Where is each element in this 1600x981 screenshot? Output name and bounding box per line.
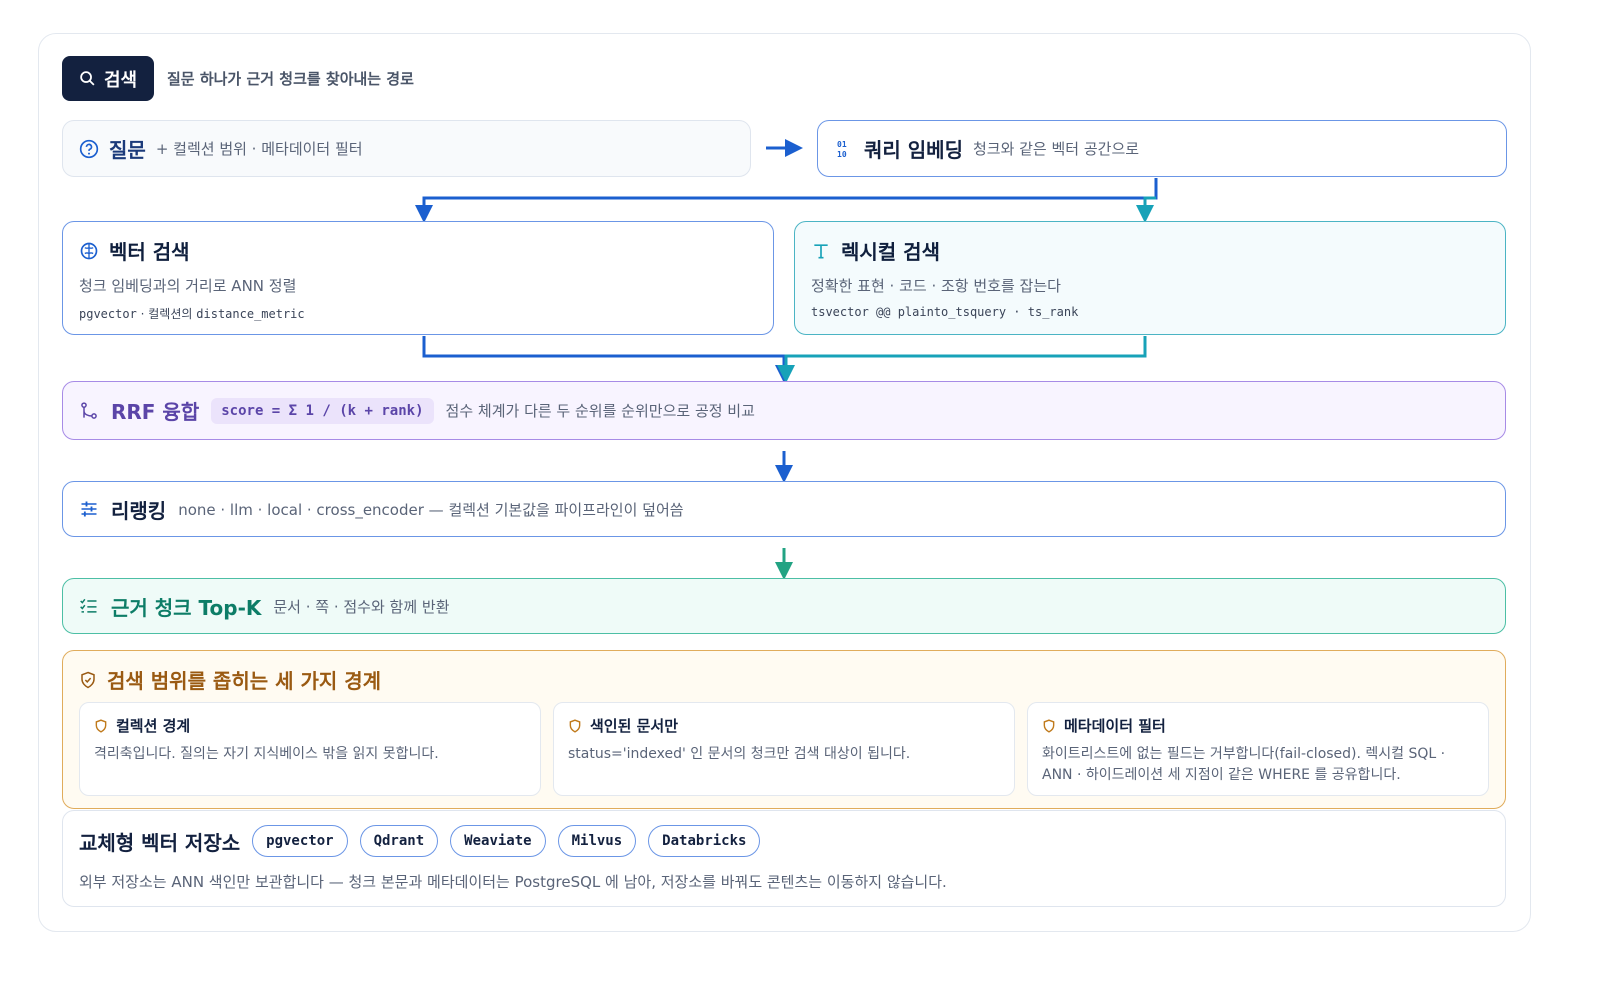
search-badge-label: 검색 bbox=[103, 69, 138, 91]
header-subtitle: 질문 하나가 근거 청크를 찾아내는 경로 bbox=[167, 70, 414, 88]
rerank-detail: none · llm · local · cross_encoder — 컬렉션… bbox=[178, 500, 684, 519]
vector-search-detail: 청크 임베딩과의 거리로 ANN 정렬 bbox=[79, 277, 297, 295]
rrf-detail: 점수 체계가 다른 두 순위를 순위만으로 공정 비교 bbox=[445, 402, 755, 420]
vector-search-node: 벡터 검색 청크 임베딩과의 거리로 ANN 정렬 pgvector · 컬렉션… bbox=[62, 221, 774, 335]
boundaries-panel: 검색 범위를 좁히는 세 가지 경계 컬렉션 경계 격리축입니다. 질의는 자기… bbox=[62, 650, 1506, 809]
question-node: 질문 + 컬렉션 범위 · 메타데이터 필터 bbox=[62, 120, 751, 177]
arrow-embedding-to-lexical bbox=[1136, 196, 1156, 223]
query-embedding-title: 쿼리 임베딩 bbox=[864, 138, 963, 162]
vector-search-code-c: distance_metric bbox=[196, 307, 305, 321]
boundary-card-text: 격리축입니다. 질의는 자기 지식베이스 밖을 읽지 못합니다. bbox=[94, 746, 439, 762]
merge-icon bbox=[81, 401, 97, 419]
lexical-search-detail: 정확한 표현 · 코드 · 조항 번호를 잡는다 bbox=[811, 277, 1061, 295]
search-badge: 검색 bbox=[62, 56, 154, 101]
arrow-embedding-to-vector bbox=[415, 178, 1158, 223]
binary-icon: 0110 bbox=[837, 140, 847, 159]
shield-icon bbox=[569, 718, 581, 733]
boundary-card-text: status='indexed' 인 문서의 청크만 검색 대상이 됩니다. bbox=[568, 746, 911, 762]
lexical-search-title: 렉시컬 검색 bbox=[841, 240, 940, 264]
store-pill-pgvector: pgvector bbox=[252, 825, 348, 857]
rrf-node: RRF 융합 score = Σ 1 / (k + rank) 점수 체계가 다… bbox=[62, 381, 1506, 440]
shield-icon bbox=[81, 671, 95, 688]
boundary-card-metadata: 메타데이터 필터 화이트리스트에 없는 필드는 거부합니다(fail-close… bbox=[1027, 702, 1489, 796]
topk-title: 근거 청크 Top-K bbox=[111, 595, 262, 620]
boundary-card-indexed: 색인된 문서만 status='indexed' 인 문서의 청크만 검색 대상… bbox=[553, 702, 1015, 796]
vector-search-code-b: 컬렉션의 bbox=[148, 307, 193, 321]
store-pill-milvus: Milvus bbox=[557, 825, 637, 857]
vector-search-code-a: pgvector bbox=[79, 307, 137, 321]
boundary-card-title: 컬렉션 경계 bbox=[116, 717, 191, 735]
vector-stores-note: 외부 저장소는 ANN 색인만 보관합니다 — 청크 본문과 메타데이터는 Po… bbox=[79, 873, 947, 891]
rerank-node: 리랭킹 none · llm · local · cross_encoder —… bbox=[62, 481, 1506, 537]
rrf-formula: score = Σ 1 / (k + rank) bbox=[211, 397, 434, 424]
question-detail: + 컬렉션 범위 · 메타데이터 필터 bbox=[155, 140, 363, 158]
shield-icon bbox=[1043, 718, 1055, 733]
store-pill-databricks: Databricks bbox=[648, 825, 761, 857]
checklist-icon bbox=[80, 598, 97, 613]
svg-text:01: 01 bbox=[837, 140, 847, 149]
query-embedding-node: 01 10 쿼리 임베딩 청크와 같은 벡터 공간으로 bbox=[817, 120, 1507, 177]
lexical-search-node: 렉시컬 검색 정확한 표현 · 코드 · 조항 번호를 잡는다 tsvector… bbox=[794, 221, 1506, 335]
question-circle-icon bbox=[79, 139, 99, 158]
question-title: 질문 bbox=[109, 138, 146, 162]
vector-search-title: 벡터 검색 bbox=[109, 240, 190, 264]
store-pill-weaviate: Weaviate bbox=[450, 825, 546, 857]
topk-node: 근거 청크 Top-K 문서 · 쪽 · 점수와 함께 반환 bbox=[62, 578, 1506, 634]
svg-text:10: 10 bbox=[837, 150, 847, 159]
vector-search-code: pgvector · 컬렉션의 distance_metric bbox=[79, 305, 757, 322]
shield-icon bbox=[95, 718, 107, 733]
rerank-title: 리랭킹 bbox=[111, 498, 167, 523]
boundary-card-title: 색인된 문서만 bbox=[590, 717, 679, 735]
vector-stores-title: 교체형 벡터 저장소 bbox=[79, 830, 241, 855]
vector-stores-panel: 교체형 벡터 저장소 pgvector Qdrant Weaviate Milv… bbox=[62, 810, 1506, 907]
boundary-card-collection: 컬렉션 경계 격리축입니다. 질의는 자기 지식베이스 밖을 읽지 못합니다. bbox=[79, 702, 541, 796]
sliders-icon bbox=[81, 501, 97, 517]
store-pill-qdrant: Qdrant bbox=[359, 825, 439, 857]
boundaries-title: 검색 범위를 좁히는 세 가지 경계 bbox=[107, 669, 382, 693]
topk-detail: 문서 · 쪽 · 점수와 함께 반환 bbox=[273, 597, 450, 616]
boundary-card-title: 메타데이터 필터 bbox=[1064, 717, 1166, 735]
arrow-lexical-to-rrf bbox=[777, 336, 1147, 383]
type-icon bbox=[814, 243, 828, 258]
query-embedding-detail: 청크와 같은 벡터 공간으로 bbox=[972, 140, 1140, 158]
rrf-title: RRF 융합 bbox=[111, 400, 200, 424]
lexical-search-code: tsvector @@ plainto_tsquery · ts_rank bbox=[811, 305, 1079, 319]
boundary-card-text: 화이트리스트에 없는 필드는 거부합니다(fail-closed). 렉시컬 S… bbox=[1042, 746, 1446, 783]
arrow-vector-to-rrf bbox=[422, 336, 793, 383]
search-icon bbox=[80, 71, 95, 86]
brain-icon bbox=[80, 242, 98, 259]
